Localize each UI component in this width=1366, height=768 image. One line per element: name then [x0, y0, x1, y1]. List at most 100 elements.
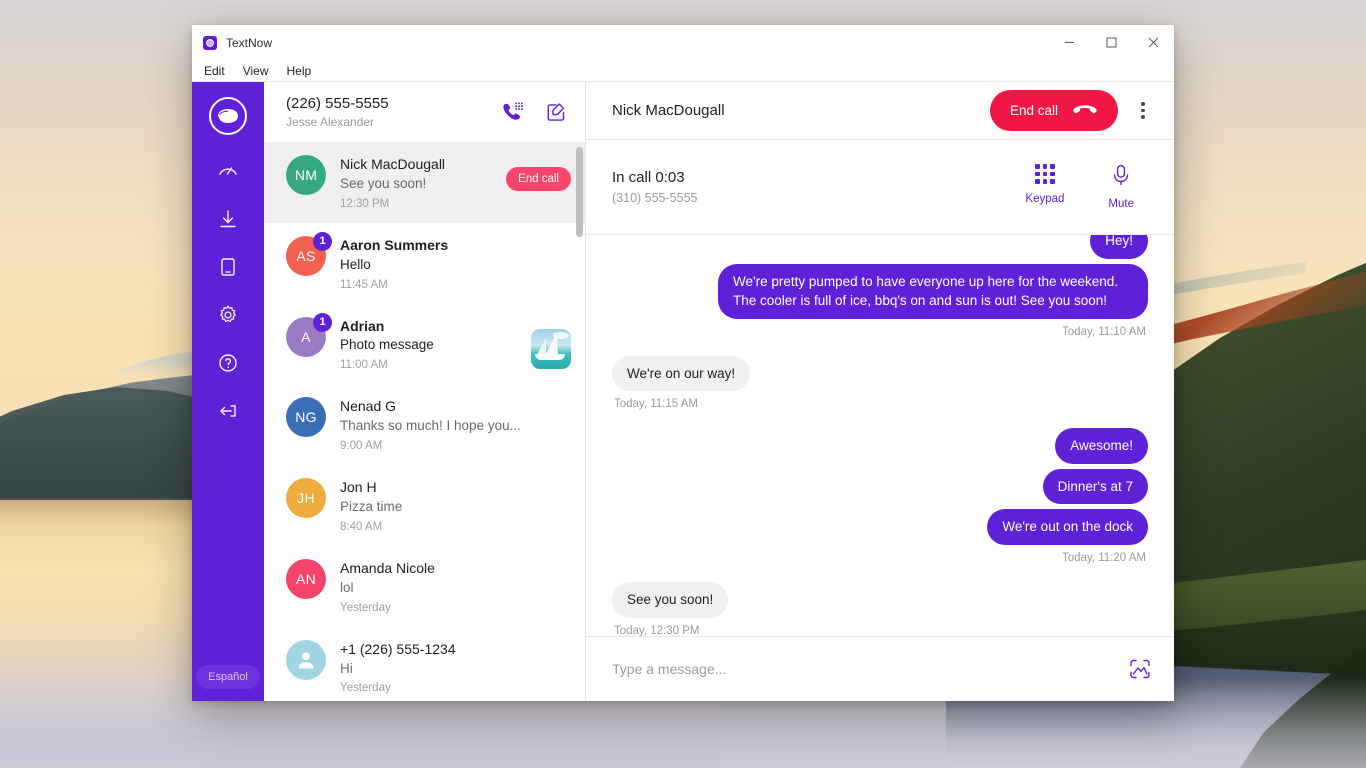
- conversation-preview: Pizza time: [340, 499, 403, 515]
- conversation-header-actions: [501, 100, 567, 124]
- conversation-trailing: [531, 317, 571, 369]
- device-icon[interactable]: [204, 243, 252, 291]
- conversation-name: Adrian: [340, 317, 385, 334]
- avatar: NG: [286, 397, 326, 438]
- keypad-button[interactable]: Keypad: [1025, 164, 1064, 210]
- maximize-icon[interactable]: [1090, 25, 1132, 60]
- end-call-button[interactable]: End call: [989, 90, 1118, 131]
- call-status-text: In call 0:03: [612, 169, 685, 186]
- message-bubble[interactable]: Hey!: [1090, 235, 1148, 259]
- mute-label: Mute: [1108, 198, 1134, 210]
- message-timestamp: Today, 11:10 AM: [1062, 325, 1146, 338]
- logout-icon[interactable]: [204, 387, 252, 435]
- download-icon[interactable]: [204, 195, 252, 243]
- message-group: See you soon! Today, 12:30 PM: [612, 581, 1148, 636]
- conversation-item[interactable]: +1 (226) 555-1234 Hi Yesterday: [264, 627, 585, 701]
- message-thread[interactable]: Hey! We're pretty pumped to have everyone…: [586, 235, 1174, 636]
- conversation-time: 8:40 AM: [340, 520, 383, 533]
- rail-bottom: Español: [192, 665, 264, 689]
- conversation-time: 11:45 AM: [340, 278, 388, 291]
- conversation-item[interactable]: AS 1 Aaron Summers Hello 11:45 AM: [264, 223, 585, 304]
- call-info: In call 0:03 (310) 555-5555: [612, 169, 1025, 205]
- gear-icon[interactable]: [204, 291, 252, 339]
- avatar: A1: [286, 312, 332, 357]
- window-controls: [1048, 25, 1174, 60]
- avatar-initials: JH: [286, 478, 326, 519]
- message-bubble[interactable]: Dinner's at 7: [1042, 468, 1148, 505]
- window-titlebar: TextNow: [192, 25, 1174, 60]
- help-icon[interactable]: [204, 339, 252, 387]
- close-icon[interactable]: [1132, 25, 1174, 60]
- end-call-pill-button[interactable]: End call: [506, 167, 571, 191]
- minimize-icon[interactable]: [1048, 25, 1090, 60]
- message-group: Awesome! Dinner's at 7 We're out on the do…: [612, 428, 1148, 582]
- conversation-item[interactable]: JH Jon H Pizza time 8:40 AM: [264, 465, 585, 546]
- message-bubble[interactable]: We're out on the dock: [987, 509, 1148, 545]
- photo-thumbnail[interactable]: [531, 328, 571, 369]
- conversation-preview: Hello: [340, 256, 371, 272]
- titlebar-left: TextNow: [192, 35, 273, 50]
- kebab-menu-icon[interactable]: [1126, 94, 1160, 128]
- conversation-text: +1 (226) 555-1234 Hi Yesterday: [340, 640, 571, 695]
- conversation-name: Aaron Summers: [340, 236, 449, 253]
- message-bubble[interactable]: We're pretty pumped to have everyone up …: [718, 263, 1148, 319]
- active-call-bar: In call 0:03 (310) 555-5555 Keypad Mute: [586, 140, 1174, 235]
- menu-help[interactable]: Help: [278, 61, 319, 81]
- conversation-time: 12:30 PM: [340, 197, 390, 210]
- conversation-preview: Hi: [340, 660, 353, 676]
- avatar-initials: NM: [286, 155, 326, 195]
- textnow-logo-icon[interactable]: [209, 97, 247, 135]
- conversation-item[interactable]: NG Nenad G Thanks so much! I hope you... 9:…: [264, 384, 585, 465]
- image-attach-icon[interactable]: [1128, 658, 1152, 680]
- dialpad-icon: [1034, 164, 1055, 184]
- conversation-preview: Photo message: [340, 337, 434, 353]
- conversation-name: Jon H: [340, 479, 377, 496]
- conversation-time: 11:00 AM: [340, 359, 388, 372]
- avatar: [286, 639, 326, 680]
- unread-badge: 1: [313, 312, 332, 332]
- phone-dialpad-icon[interactable]: [501, 100, 525, 124]
- account-display-name: Jesse Alexander: [286, 115, 375, 130]
- message-timestamp: Today, 11:20 AM: [1062, 551, 1146, 564]
- avatar: JH: [286, 478, 326, 519]
- conversation-scrollbar[interactable]: [576, 142, 584, 701]
- conversation-text: Adrian Photo message 11:00 AM: [340, 317, 517, 372]
- window-title: TextNow: [226, 35, 273, 50]
- speedometer-icon[interactable]: [204, 147, 252, 195]
- message-bubble[interactable]: See you soon!: [612, 581, 729, 618]
- message-groups: Hey! We're pretty pumped to have everyone…: [612, 235, 1148, 636]
- conversation-name: Amanda Nicole: [340, 559, 435, 576]
- conversation-item[interactable]: A 1 Adrian Photo message 11:00 AM: [264, 304, 585, 385]
- conversation-trailing: End call: [506, 155, 571, 191]
- language-toggle-button[interactable]: Español: [196, 665, 260, 689]
- conversation-item[interactable]: NM Nick MacDougall See you soon! 12:30 PM En…: [264, 142, 585, 223]
- message-bubble[interactable]: Awesome!: [1055, 428, 1148, 464]
- avatar: AS 1: [286, 231, 332, 276]
- conversation-items: NM Nick MacDougall See you soon! 12:30 PM En…: [264, 142, 585, 701]
- textnow-window: TextNow Edit View Help Español (226) 555…: [192, 25, 1174, 701]
- conversation-time: Yesterday: [340, 601, 391, 614]
- conversation-text: Jon H Pizza time 8:40 AM: [340, 478, 571, 533]
- nav-rail: Español: [192, 82, 264, 701]
- menu-view[interactable]: View: [235, 61, 277, 81]
- mute-button[interactable]: Mute: [1108, 164, 1134, 210]
- message-input[interactable]: [612, 661, 1128, 677]
- conversation-list[interactable]: NM Nick MacDougall See you soon! 12:30 PM En…: [264, 142, 585, 701]
- account-info: (226) 555-5555 Jesse Alexander: [286, 95, 501, 130]
- desktop-background: TextNow Edit View Help Español (226) 555…: [0, 0, 1366, 768]
- microphone-icon: [1111, 164, 1131, 189]
- message-group: We're on our way! Today, 11:15 AM: [612, 355, 1148, 429]
- end-call-label: End call: [1009, 103, 1058, 118]
- conversation-text: Nick MacDougall See you soon! 12:30 PM: [340, 155, 492, 210]
- conversation-item[interactable]: AN Amanda Nicole lol Yesterday: [264, 546, 585, 627]
- textnow-logo-icon: [203, 35, 217, 50]
- menu-bar: Edit View Help: [192, 60, 1174, 82]
- message-group: We're pretty pumped to have everyone up …: [612, 263, 1148, 356]
- message-bubble[interactable]: We're on our way!: [612, 355, 751, 392]
- conversation-preview: Thanks so much! I hope you...: [340, 418, 521, 434]
- conversation-scrollbar-thumb[interactable]: [576, 147, 583, 237]
- compose-icon[interactable]: [545, 101, 567, 123]
- menu-edit[interactable]: Edit: [196, 61, 233, 81]
- conversation-time: 9:00 AM: [340, 440, 383, 453]
- avatar: NM: [286, 155, 326, 195]
